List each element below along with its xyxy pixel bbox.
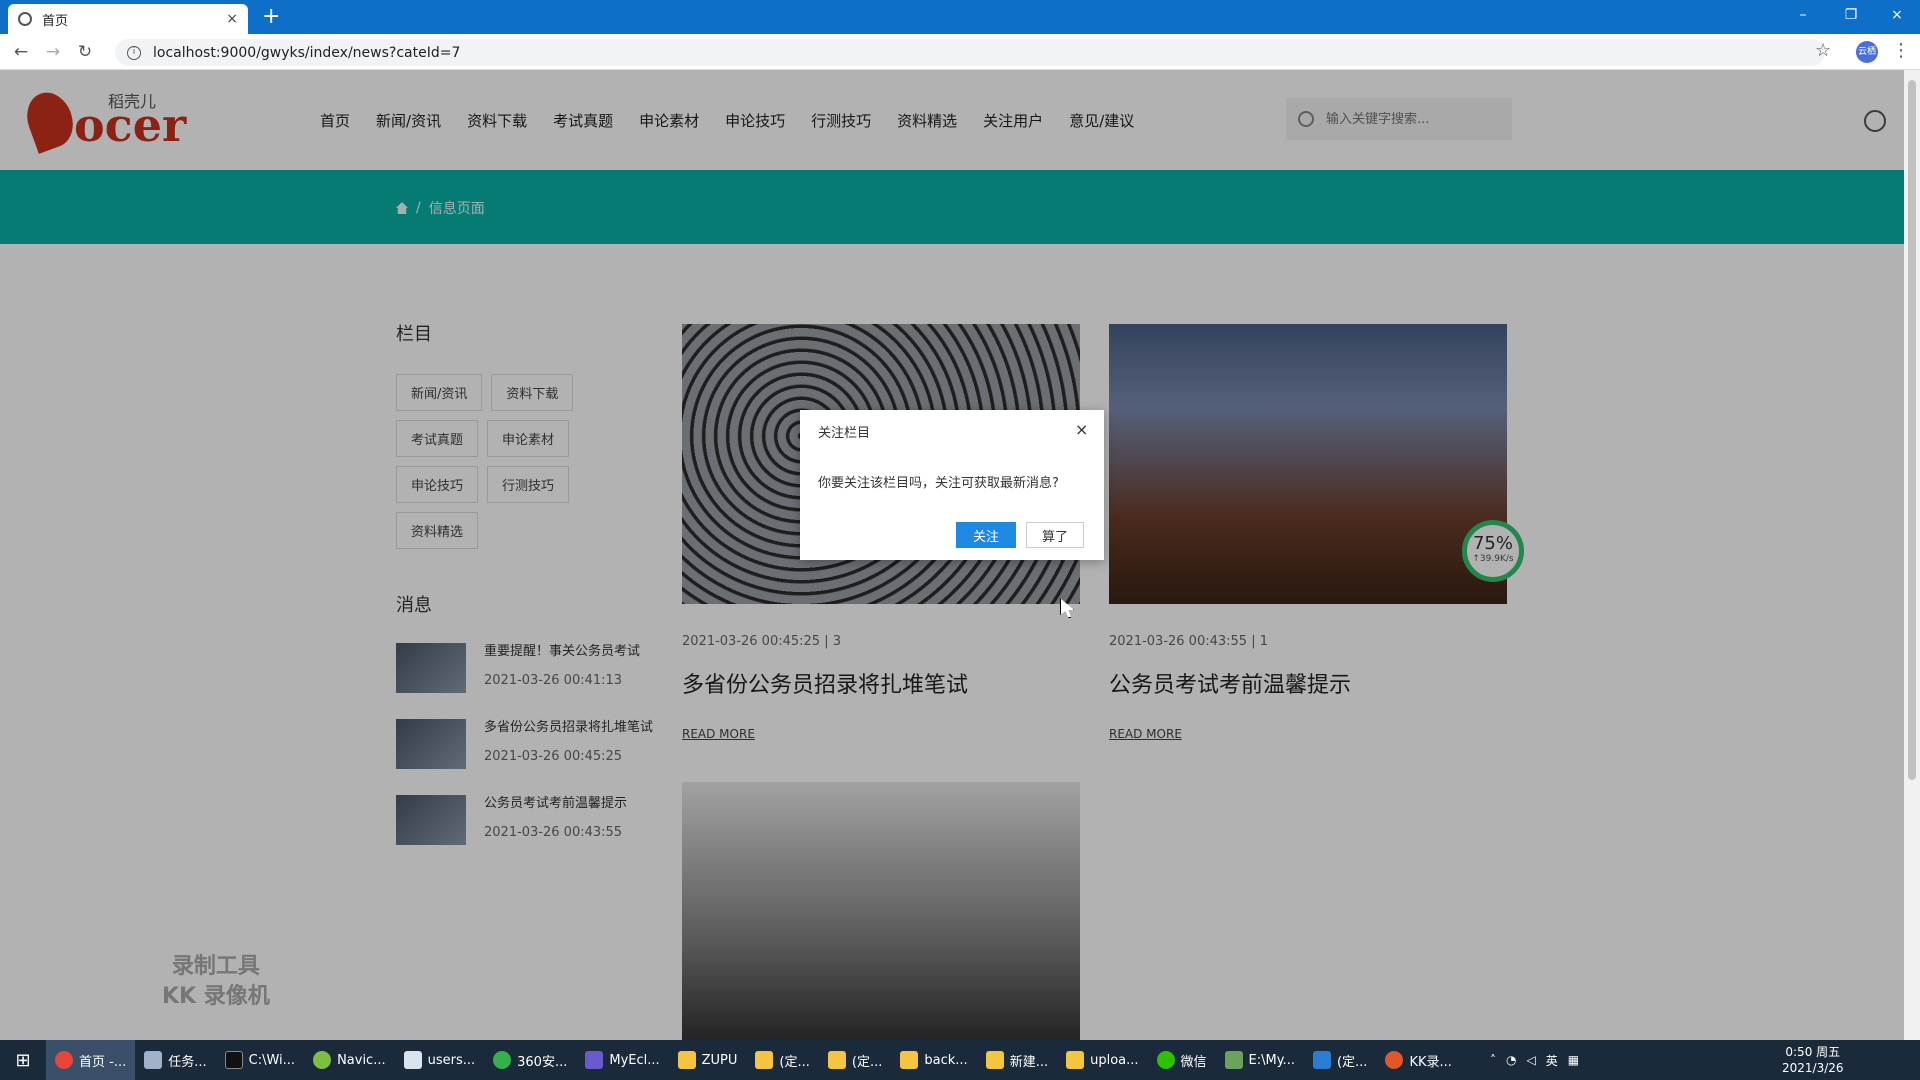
profile-avatar[interactable]: 云栖 — [1856, 41, 1878, 63]
taskbar-label: 微信 — [1180, 1054, 1207, 1070]
browser-tab[interactable]: 首页 × — [8, 4, 248, 34]
scrollbar-thumb[interactable] — [1908, 80, 1916, 780]
system-tray: ˄ ◔ ◁ 英 ▦ — [1490, 1040, 1579, 1080]
taskbar-item[interactable]: C:\Wi... — [216, 1040, 304, 1080]
taskbar-label: E:\My... — [1248, 1052, 1295, 1068]
window-close-button[interactable]: × — [1874, 2, 1920, 28]
taskbar-label: KK录... — [1409, 1054, 1452, 1070]
taskbar-label: users... — [427, 1052, 476, 1068]
reload-icon[interactable]: ↻ — [74, 42, 96, 62]
tab-title: 首页 — [42, 13, 69, 29]
new-tab-button[interactable]: + — [262, 5, 280, 29]
folder-icon — [985, 1051, 1004, 1069]
vscode-icon — [1312, 1051, 1331, 1069]
follow-dialog: 关注栏目 × 你要关注该栏目吗，关注可获取最新消息? 关注 算了 — [800, 410, 1104, 560]
taskbar-item[interactable]: (定... — [1304, 1040, 1376, 1080]
menu-kebab-icon[interactable]: ⋮ — [1892, 40, 1910, 61]
taskbar-item[interactable]: (定... — [819, 1040, 891, 1080]
windows-taskbar: ⊞ 首页 -... 任务... C:\Wi... Navic... users.… — [0, 1040, 1920, 1080]
taskbar-item[interactable]: E:\My... — [1216, 1040, 1304, 1080]
kk-recorder-icon — [1385, 1051, 1404, 1069]
info-icon[interactable]: i — [127, 45, 141, 60]
taskbar-item[interactable]: Navic... — [304, 1040, 395, 1080]
taskbar-label: back... — [924, 1052, 968, 1068]
myeclipse-icon — [585, 1051, 604, 1069]
forward-icon[interactable]: → — [42, 42, 64, 62]
wechat-icon — [1156, 1051, 1175, 1069]
taskbar-item[interactable]: 新建... — [977, 1040, 1057, 1080]
cancel-button[interactable]: 算了 — [1026, 522, 1084, 548]
dialog-close-icon[interactable]: × — [1075, 420, 1088, 439]
tab-close-icon[interactable]: × — [226, 11, 238, 27]
taskbar-item[interactable]: (定... — [746, 1040, 818, 1080]
clock-date: 2021/3/26 — [1782, 1061, 1844, 1075]
taskbar-item[interactable]: 360安... — [484, 1040, 576, 1080]
taskbar-item[interactable]: 微信 — [1148, 1040, 1216, 1080]
chevron-up-icon[interactable]: ˄ — [1490, 1053, 1496, 1067]
360-icon — [493, 1051, 512, 1069]
task-manager-icon — [144, 1051, 163, 1069]
navicat-icon — [313, 1051, 332, 1069]
folder-icon — [677, 1051, 696, 1069]
taskbar-item[interactable]: 任务... — [135, 1040, 215, 1080]
restore-button[interactable]: ❐ — [1828, 2, 1874, 28]
globe-icon — [18, 12, 32, 26]
volume-icon[interactable]: ◁ — [1526, 1053, 1535, 1067]
windows-start-icon[interactable]: ⊞ — [0, 1040, 46, 1080]
folder-icon — [827, 1051, 846, 1069]
browser-tab-bar: 首页 × + – ❐ × — [0, 0, 1920, 34]
dialog-message: 你要关注该栏目吗，关注可获取最新消息? — [818, 476, 1059, 491]
taskbar-label: 任务... — [168, 1054, 207, 1070]
bookmark-star-icon[interactable]: ☆ — [1815, 40, 1831, 61]
taskbar-item[interactable]: uploa... — [1057, 1040, 1147, 1080]
notepad-icon — [1224, 1051, 1243, 1069]
url-text: localhost:9000/gwyks/index/news?cateId=7 — [153, 44, 461, 61]
taskbar-item[interactable]: 首页 -... — [46, 1040, 136, 1080]
taskbar-label: (定... — [779, 1054, 810, 1070]
taskbar-item[interactable]: ZUPU — [669, 1040, 747, 1080]
taskbar-label: (定... — [1336, 1054, 1368, 1070]
taskbar-label: MyEcl... — [609, 1052, 660, 1068]
folder-icon — [1066, 1051, 1085, 1069]
input-language[interactable]: 英 — [1546, 1052, 1558, 1069]
folder-icon — [755, 1051, 774, 1069]
back-icon[interactable]: ← — [10, 42, 32, 62]
cmd-icon — [224, 1051, 243, 1069]
taskbar-item[interactable]: KK录... — [1376, 1040, 1460, 1080]
keyboard-icon[interactable]: ▦ — [1568, 1053, 1579, 1067]
chrome-icon — [55, 1051, 73, 1069]
follow-confirm-button[interactable]: 关注 — [956, 522, 1016, 548]
dialog-title: 关注栏目 — [818, 426, 871, 441]
page-scrollbar[interactable] — [1904, 70, 1920, 1040]
clock-time: 0:50 周五 — [1785, 1045, 1841, 1059]
taskbar-label: 360安... — [517, 1054, 568, 1070]
taskbar-label: C:\Wi... — [248, 1052, 296, 1068]
url-field[interactable]: i localhost:9000/gwyks/index/news?cateId… — [115, 39, 1825, 66]
taskbar-label: (定... — [851, 1054, 883, 1070]
table-icon — [403, 1051, 422, 1069]
taskbar-item[interactable]: back... — [891, 1040, 976, 1080]
taskbar-clock[interactable]: 0:50 周五 2021/3/26 — [1782, 1044, 1844, 1076]
taskbar-label: uploa... — [1090, 1052, 1139, 1068]
folder-icon — [900, 1051, 919, 1069]
address-bar-row: ← → ↻ i localhost:9000/gwyks/index/news?… — [0, 34, 1920, 70]
taskbar-label: ZUPU — [701, 1052, 738, 1068]
taskbar-item[interactable]: MyEcl... — [576, 1040, 668, 1080]
network-icon[interactable]: ◔ — [1506, 1053, 1516, 1067]
minimize-button[interactable]: – — [1780, 2, 1826, 28]
taskbar-item[interactable]: users... — [395, 1040, 485, 1080]
taskbar-label: Navic... — [337, 1052, 386, 1068]
taskbar-label: 新建... — [1009, 1054, 1049, 1070]
taskbar-label: 首页 -... — [79, 1054, 127, 1070]
